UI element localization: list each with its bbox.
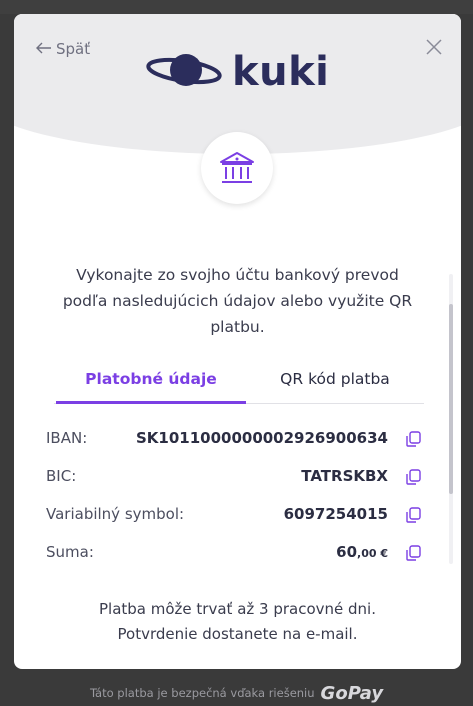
copy-icon[interactable] xyxy=(404,506,422,524)
bank-icon xyxy=(220,152,254,183)
amount-main: 60 xyxy=(336,543,358,561)
gopay-logo: GoPay xyxy=(320,682,384,704)
amount-row: Suma: 60,00 € xyxy=(46,533,426,571)
secure-text: Táto platba je bezpečná vďaka riešeniu xyxy=(89,686,315,700)
close-icon xyxy=(426,39,442,55)
variable-symbol-value: 6097254015 xyxy=(283,505,388,523)
window-frame xyxy=(0,0,473,14)
planet-logo-icon xyxy=(144,48,224,96)
amount-decimal: ,00 € xyxy=(357,547,388,560)
tab-qr-payment[interactable]: QR kód platba xyxy=(246,364,424,402)
copy-icon[interactable] xyxy=(404,430,422,448)
bank-badge xyxy=(201,132,273,204)
amount-label: Suma: xyxy=(46,543,94,561)
bic-label: BIC: xyxy=(46,467,77,485)
payment-details: IBAN: SK1011000000002926900634 BIC: TATR… xyxy=(46,419,426,571)
copy-icon[interactable] xyxy=(404,544,422,562)
bic-value: TATRSKBX xyxy=(301,467,388,485)
active-tab-indicator xyxy=(56,401,246,404)
variable-symbol-row: Variabilný symbol: 6097254015 xyxy=(46,495,426,533)
instructions-text: Vykonajte zo svojho účtu bankový prevod … xyxy=(62,266,413,336)
iban-label: IBAN: xyxy=(46,429,88,447)
processing-note-line2: Potvrdenie dostanete na e-mail. xyxy=(117,625,358,643)
processing-note-line1: Platba môže trvať až 3 pracovné dni. xyxy=(99,600,376,618)
iban-value: SK1011000000002926900634 xyxy=(135,429,388,447)
copy-icon[interactable] xyxy=(404,468,422,486)
amount-value: 60,00 € xyxy=(336,543,388,561)
arrow-left-icon xyxy=(36,40,52,58)
back-label: Späť xyxy=(56,40,91,58)
payment-tabs: Platobné údaje QR kód platba xyxy=(54,364,424,404)
variable-symbol-label: Variabilný symbol: xyxy=(46,505,185,523)
back-button[interactable]: Späť xyxy=(36,40,90,58)
kuki-logo: kuki xyxy=(144,48,329,96)
scrollbar-thumb[interactable] xyxy=(449,304,453,494)
close-button[interactable] xyxy=(421,34,447,60)
secure-payment-footer: Táto platba je bezpečná vďaka riešeniu G… xyxy=(0,680,473,706)
processing-note: Platba môže trvať až 3 pracovné dni. Pot… xyxy=(54,597,421,647)
logo-text: kuki xyxy=(232,49,330,95)
bic-row: BIC: TATRSKBX xyxy=(46,457,426,495)
iban-row: IBAN: SK1011000000002926900634 xyxy=(46,419,426,457)
tab-payment-details[interactable]: Platobné údaje xyxy=(56,364,246,402)
payment-modal: Späť kuki Vykonajte zo svojho účtu banko… xyxy=(14,14,461,669)
